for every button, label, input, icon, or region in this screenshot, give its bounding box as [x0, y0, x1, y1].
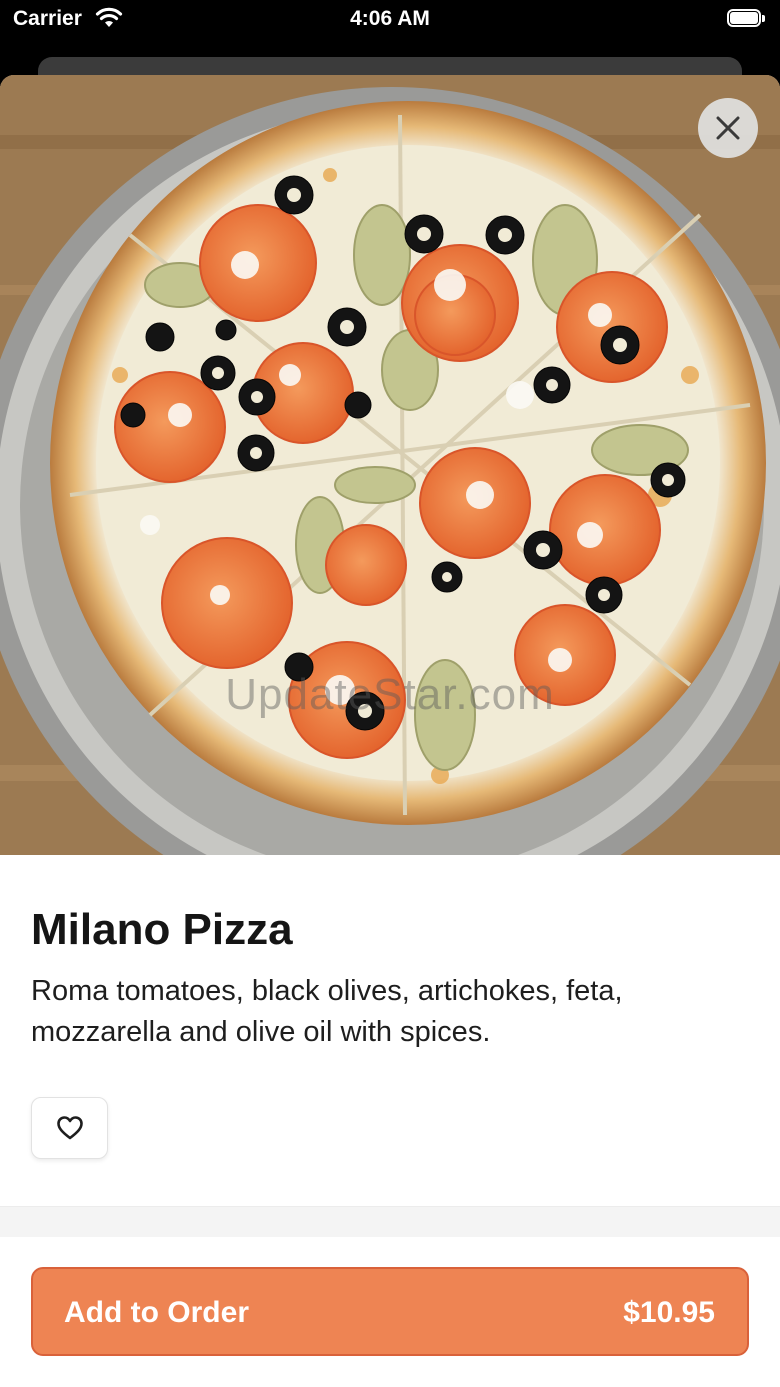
heart-icon: [56, 1116, 83, 1140]
status-bar: Carrier 4:06 AM: [0, 0, 780, 40]
item-photo: [0, 75, 780, 855]
item-description: Roma tomatoes, black olives, artichokes,…: [31, 975, 623, 1048]
section-divider: [0, 1206, 780, 1237]
battery-icon: [727, 9, 767, 29]
item-detail-sheet: UpdateStar.com Milano Pizza Roma tomatoe…: [0, 75, 780, 1387]
add-to-order-label: Add to Order: [64, 1296, 249, 1329]
close-icon: [716, 116, 740, 140]
favorite-button[interactable]: [31, 1097, 108, 1159]
status-time: 4:06 AM: [350, 7, 430, 30]
watermark: UpdateStar.com: [225, 670, 555, 719]
item-price: $10.95: [623, 1296, 715, 1329]
close-button[interactable]: [698, 98, 758, 158]
item-title: Milano Pizza: [31, 905, 293, 954]
add-to-order-button[interactable]: Add to Order $10.95: [31, 1267, 749, 1356]
